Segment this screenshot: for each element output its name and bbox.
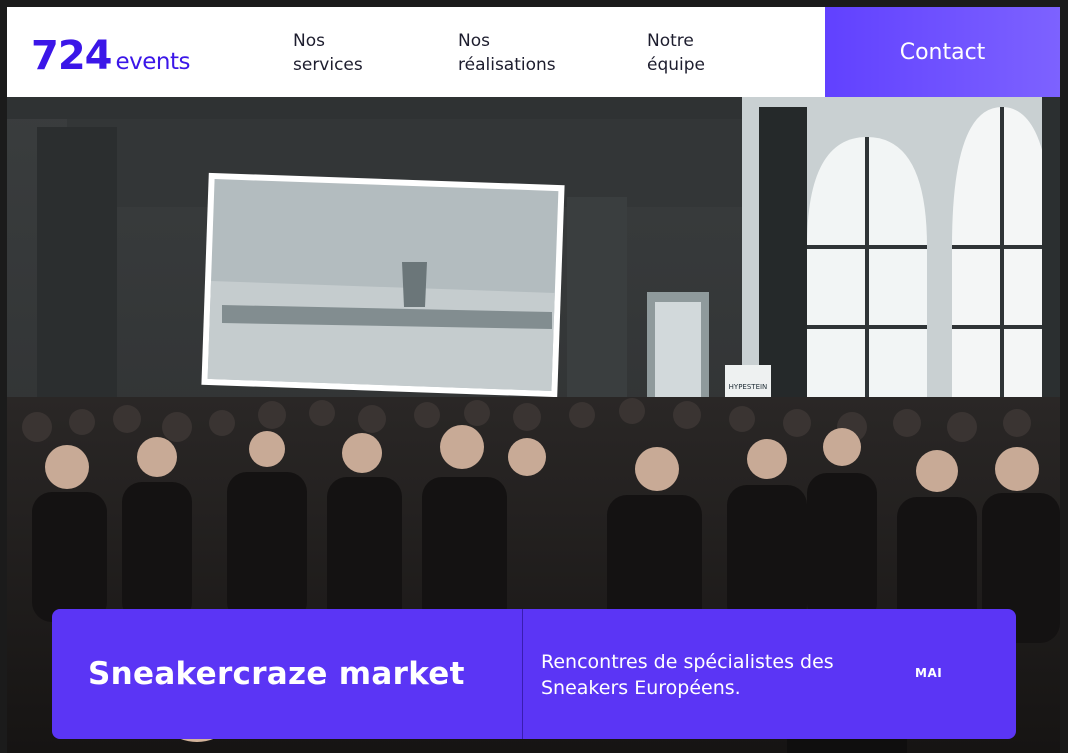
nav-item-services[interactable]: Nos services bbox=[293, 29, 363, 77]
site-header: 724 events Nos services Nos réalisations… bbox=[7, 7, 1060, 97]
site-logo[interactable]: 724 events bbox=[31, 33, 190, 79]
nav-label-line: Nos bbox=[458, 31, 490, 51]
banner-text: HYPESTEIN bbox=[729, 383, 768, 391]
event-month: MAI bbox=[915, 666, 943, 680]
event-card-details: Rencontres de spécialistes des Sneakers … bbox=[523, 609, 1016, 739]
event-card[interactable]: Sneakercraze market Rencontres de spécia… bbox=[52, 609, 1016, 739]
contact-button[interactable]: Contact bbox=[825, 7, 1060, 97]
nav-label-line: Notre bbox=[647, 31, 694, 51]
nav-label-line: réalisations bbox=[458, 55, 556, 75]
event-card-title-section: Sneakercraze market bbox=[52, 609, 523, 739]
hero-section: HYPESTEIN Sneakercraze market Rencontres… bbox=[7, 97, 1060, 753]
nav-label-line: équipe bbox=[647, 55, 705, 75]
nav-item-equipe[interactable]: Notre équipe bbox=[647, 29, 705, 77]
nav-label-line: services bbox=[293, 55, 363, 75]
logo-number: 724 bbox=[31, 33, 112, 79]
page-frame: 724 events Nos services Nos réalisations… bbox=[7, 7, 1060, 753]
nav-label-line: Nos bbox=[293, 31, 325, 51]
logo-word: events bbox=[115, 49, 191, 75]
nav-item-realisations[interactable]: Nos réalisations bbox=[458, 29, 556, 77]
event-description: Rencontres de spécialistes des Sneakers … bbox=[541, 651, 834, 699]
event-title: Sneakercraze market bbox=[88, 656, 465, 692]
